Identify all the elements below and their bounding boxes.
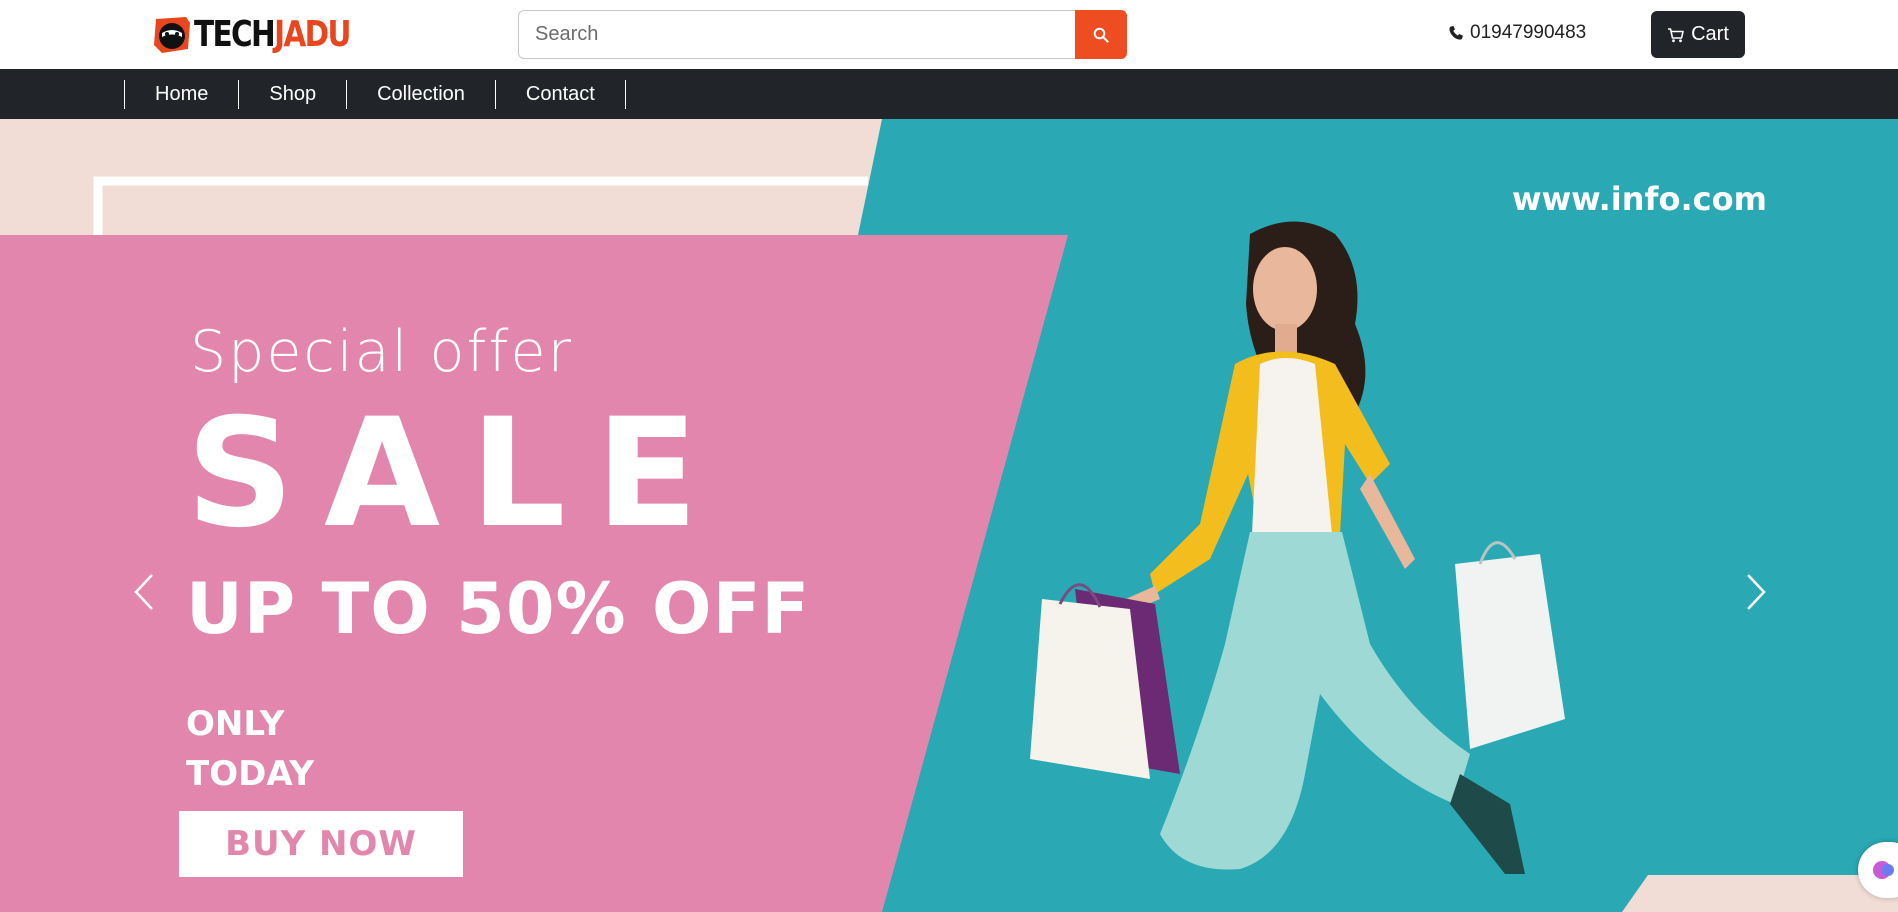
cart-icon — [1668, 27, 1684, 42]
main-nav: Home Shop Collection Contact — [0, 69, 1898, 119]
cart-label: Cart — [1691, 23, 1729, 45]
nav-item-collection[interactable]: Collection — [346, 80, 495, 109]
hero-only-line2: TODAY — [186, 754, 314, 794]
hero-carousel: Special offer SALE UP TO 50% OFF ONLY TO… — [0, 119, 1898, 912]
phone-number: 01947990483 — [1470, 22, 1587, 43]
search-button[interactable] — [1075, 10, 1127, 59]
chat-widget-icon — [1873, 861, 1894, 879]
hero-only-line1: ONLY — [186, 704, 285, 744]
phone-icon — [1449, 26, 1463, 40]
cart-button[interactable]: Cart — [1651, 11, 1745, 58]
ninja-logo-icon — [152, 15, 194, 55]
nav-item-shop[interactable]: Shop — [238, 80, 346, 109]
hero-discount: UP TO 50% OFF — [186, 568, 811, 650]
search-bar — [518, 10, 1127, 59]
chevron-right-icon — [1747, 574, 1766, 610]
buy-now-button[interactable]: BUY NOW — [179, 811, 463, 877]
carousel-prev-button[interactable] — [126, 567, 162, 617]
logo-text: TECHJADU — [194, 14, 352, 55]
nav-item-contact[interactable]: Contact — [494, 80, 626, 109]
nav-item-home[interactable]: Home — [124, 80, 238, 109]
carousel-next-button[interactable] — [1738, 567, 1774, 617]
search-input[interactable] — [518, 10, 1075, 59]
hero-sale-title: SALE — [186, 387, 729, 561]
chevron-left-icon — [134, 574, 153, 610]
logo[interactable]: TECHJADU — [152, 12, 384, 58]
phone-contact[interactable]: 01947990483 — [1448, 22, 1586, 44]
chat-widget-button[interactable] — [1858, 842, 1898, 898]
logo-text-tech: TECH — [194, 14, 276, 55]
nav-list: Home Shop Collection Contact — [124, 80, 626, 109]
hero-special-offer: Special offer — [190, 319, 574, 385]
logo-text-jadu: JADU — [274, 14, 351, 55]
header: TECHJADU 01947990483 Cart — [0, 0, 1898, 69]
hero-only-today: ONLY TODAY — [186, 699, 314, 799]
shopper-illustration — [1030, 221, 1565, 874]
search-icon — [1093, 27, 1109, 43]
hero-website: www.info.com — [1512, 180, 1767, 218]
